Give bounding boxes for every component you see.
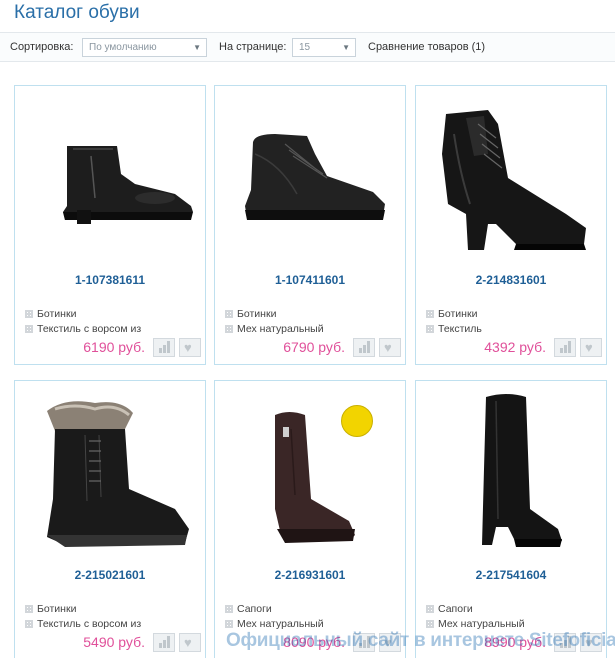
chevron-down-icon: ▼	[193, 43, 201, 52]
product-type: Ботинки	[225, 308, 276, 320]
product-card[interactable]: 2-215021601 Ботинки Текстиль с ворсом из…	[14, 380, 206, 658]
per-page-select-value: 15	[299, 42, 311, 53]
sort-select-value: По умолчанию	[89, 42, 157, 53]
product-type: Ботинки	[25, 308, 76, 320]
product-card[interactable]: 1-107411601 Ботинки Мех натуральный 6790…	[214, 85, 406, 365]
product-price: 6190 руб.	[83, 339, 145, 355]
product-material: Мех натуральный	[225, 618, 324, 630]
add-to-compare-button[interactable]	[353, 338, 375, 357]
product-type: Сапоги	[426, 603, 473, 615]
product-card[interactable]: 2-214831601 Ботинки Текстиль 4392 руб. ♥	[415, 85, 607, 365]
sort-select[interactable]: По умолчанию ▼	[82, 38, 207, 57]
product-type: Ботинки	[25, 603, 76, 615]
per-page-label: На странице:	[219, 41, 287, 53]
add-to-compare-button[interactable]	[153, 633, 175, 652]
bar-chart-icon	[159, 341, 171, 353]
heart-icon: ♥	[184, 635, 192, 650]
product-code[interactable]: 1-107411601	[215, 273, 405, 287]
product-code[interactable]: 2-217541604	[416, 568, 606, 582]
heart-icon: ♥	[184, 340, 192, 355]
product-code[interactable]: 2-215021601	[15, 568, 205, 582]
grid-bullet-icon	[25, 620, 33, 628]
product-image[interactable]	[25, 389, 195, 549]
product-type: Ботинки	[426, 308, 477, 320]
product-image[interactable]	[25, 94, 195, 254]
product-card[interactable]: 1-107381611 Ботинки Текстиль с ворсом из…	[14, 85, 206, 365]
chevron-down-icon: ▼	[342, 43, 350, 52]
compare-link[interactable]: Сравнение товаров (1)	[368, 41, 485, 53]
site-watermark: Официальный сайт в интернете Sitefoficia…	[226, 630, 615, 651]
heart-icon: ♥	[384, 340, 392, 355]
grid-bullet-icon	[426, 620, 434, 628]
add-to-favorites-button[interactable]: ♥	[580, 338, 602, 357]
grid-bullet-icon	[225, 310, 233, 318]
bar-chart-icon	[560, 341, 572, 353]
zipper-badge-icon	[341, 405, 373, 437]
product-code[interactable]: 2-216931601	[215, 568, 405, 582]
page-title: Каталог обуви	[14, 2, 140, 23]
add-to-favorites-button[interactable]: ♥	[179, 338, 201, 357]
grid-bullet-icon	[426, 325, 434, 333]
product-material: Текстиль	[426, 323, 482, 335]
product-image[interactable]	[426, 94, 596, 254]
grid-bullet-icon	[426, 605, 434, 613]
add-to-favorites-button[interactable]: ♥	[179, 633, 201, 652]
product-material: Текстиль с ворсом из	[25, 618, 141, 630]
product-image[interactable]	[426, 389, 596, 549]
product-card[interactable]: 2-217541604 Сапоги Мех натуральный 8990 …	[415, 380, 607, 658]
product-material: Мех натуральный	[426, 618, 525, 630]
grid-bullet-icon	[426, 310, 434, 318]
grid-bullet-icon	[225, 620, 233, 628]
add-to-favorites-button[interactable]: ♥	[379, 338, 401, 357]
product-material: Текстиль с ворсом из	[25, 323, 141, 335]
grid-bullet-icon	[25, 605, 33, 613]
product-code[interactable]: 2-214831601	[416, 273, 606, 287]
bar-chart-icon	[359, 341, 371, 353]
add-to-compare-button[interactable]	[153, 338, 175, 357]
grid-bullet-icon	[25, 310, 33, 318]
add-to-compare-button[interactable]	[554, 338, 576, 357]
product-image[interactable]	[225, 94, 395, 254]
product-price: 4392 руб.	[484, 339, 546, 355]
product-price: 6790 руб.	[283, 339, 345, 355]
product-price: 5490 руб.	[83, 634, 145, 650]
grid-bullet-icon	[225, 605, 233, 613]
bar-chart-icon	[159, 636, 171, 648]
per-page-select[interactable]: 15 ▼	[292, 38, 356, 57]
product-type: Сапоги	[225, 603, 272, 615]
grid-bullet-icon	[225, 325, 233, 333]
grid-bullet-icon	[25, 325, 33, 333]
catalog-toolbar: Сортировка: По умолчанию ▼ На странице: …	[0, 32, 615, 62]
sort-label: Сортировка:	[10, 41, 74, 53]
product-card[interactable]: 2-216931601 Сапоги Мех натуральный 8090 …	[214, 380, 406, 658]
heart-icon: ♥	[585, 340, 593, 355]
product-material: Мех натуральный	[225, 323, 324, 335]
product-code[interactable]: 1-107381611	[15, 273, 205, 287]
